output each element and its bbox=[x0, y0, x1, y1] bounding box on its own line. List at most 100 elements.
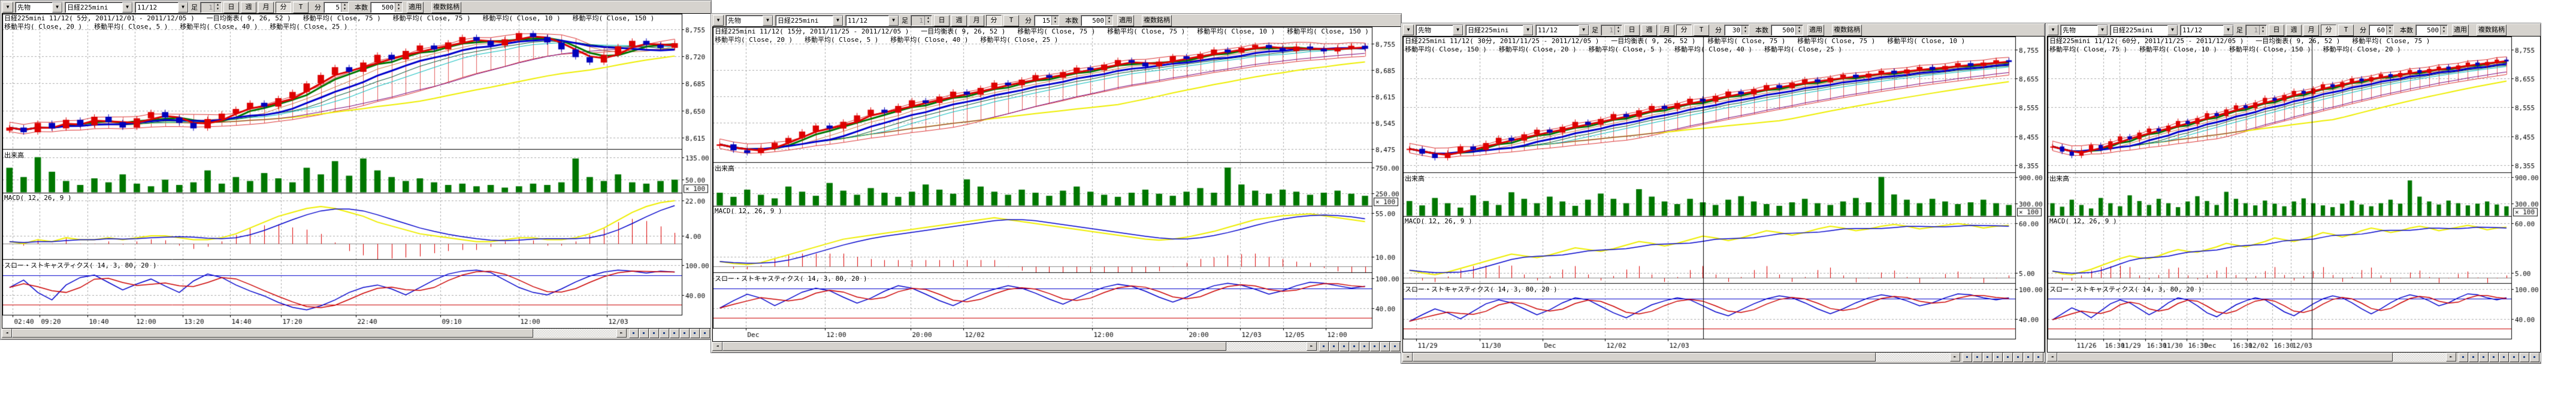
period-button-週[interactable]: 週 bbox=[1641, 25, 1657, 36]
chart-tool-button[interactable] bbox=[690, 329, 700, 338]
chart-tool-button[interactable] bbox=[629, 329, 639, 338]
spinner-arrows-icon[interactable]: ▲▼ bbox=[1741, 26, 1749, 35]
chart-tool-button[interactable] bbox=[2499, 353, 2509, 362]
scroll-left-arrow-icon[interactable]: ◄ bbox=[2047, 353, 2057, 362]
spinner-up-icon[interactable]: ▲ bbox=[1742, 26, 1749, 31]
chart-tool-button[interactable] bbox=[1380, 342, 1390, 351]
chart-tool-button[interactable] bbox=[2489, 353, 2499, 362]
period-button-日[interactable]: 日 bbox=[1624, 25, 1640, 36]
period-button-日[interactable]: 日 bbox=[2269, 25, 2284, 36]
period-button-T[interactable]: T bbox=[293, 2, 309, 13]
chart-tool-button[interactable] bbox=[2510, 353, 2519, 362]
scrollbar-thumb[interactable] bbox=[722, 342, 1226, 351]
apply-button[interactable]: 適用 bbox=[407, 2, 424, 13]
period-button-月[interactable]: 月 bbox=[1659, 25, 1674, 36]
contract-combo[interactable]: 11/12▼ bbox=[2180, 25, 2234, 36]
chart-tool-button[interactable] bbox=[680, 329, 690, 338]
symbol-combo[interactable]: 日経225mini▼ bbox=[65, 2, 133, 13]
window-menu-button[interactable]: ▼ bbox=[2048, 25, 2058, 35]
chevron-down-icon[interactable]: ▼ bbox=[1453, 25, 1463, 35]
chart-tool-button[interactable] bbox=[2530, 353, 2539, 362]
spinner-up-icon[interactable]: ▲ bbox=[2441, 26, 2447, 31]
apply-button[interactable]: 適用 bbox=[2452, 25, 2469, 36]
spinner-arrows-icon[interactable]: ▲▼ bbox=[1105, 16, 1112, 25]
chevron-down-icon[interactable]: ▼ bbox=[52, 2, 62, 13]
chart-canvas[interactable] bbox=[1403, 37, 2044, 352]
scrollbar-thumb[interactable] bbox=[1413, 353, 1876, 362]
spinner-up-icon[interactable]: ▲ bbox=[1052, 16, 1059, 21]
chart-canvas[interactable] bbox=[2, 14, 710, 328]
chart-tool-button[interactable] bbox=[700, 329, 710, 338]
spinner-down-icon[interactable]: ▼ bbox=[395, 7, 402, 12]
bars-count-spinner[interactable]: 500▲▼ bbox=[2415, 25, 2448, 36]
chevron-down-icon[interactable]: ▼ bbox=[2223, 25, 2233, 35]
h-scrollbar[interactable]: ◄► bbox=[1402, 353, 1960, 362]
chart-tool-button[interactable] bbox=[2003, 353, 2013, 362]
chart-tool-button[interactable] bbox=[2479, 353, 2489, 362]
period-button-日[interactable]: 日 bbox=[934, 15, 950, 26]
symbol-combo[interactable]: 日経225mini▼ bbox=[1465, 25, 1534, 36]
window-menu-button[interactable]: ▼ bbox=[713, 15, 724, 26]
spinner-arrows-icon[interactable]: ▲▼ bbox=[341, 3, 348, 12]
chart-tool-button[interactable] bbox=[1360, 342, 1369, 351]
spinner-arrows-icon[interactable]: ▲▼ bbox=[2440, 26, 2447, 35]
scroll-right-arrow-icon[interactable]: ► bbox=[1950, 353, 1960, 362]
chevron-down-icon[interactable]: ▼ bbox=[1523, 25, 1533, 35]
chart-tool-button[interactable] bbox=[660, 329, 669, 338]
chart-tool-button[interactable] bbox=[2469, 353, 2478, 362]
scroll-left-arrow-icon[interactable]: ◄ bbox=[2, 329, 12, 338]
chart-tool-button[interactable] bbox=[1329, 342, 1339, 351]
scrollbar-track[interactable] bbox=[1413, 353, 1950, 362]
period-button-分[interactable]: 分 bbox=[986, 15, 1002, 26]
chart-tool-button[interactable] bbox=[1370, 342, 1380, 351]
spinner-up-icon[interactable]: ▲ bbox=[1796, 26, 1803, 31]
chevron-down-icon[interactable]: ▼ bbox=[763, 16, 773, 26]
chart-tool-button[interactable] bbox=[2034, 353, 2043, 362]
multi-symbol-button[interactable]: 複数銘柄 bbox=[431, 2, 461, 13]
chart-tool-button[interactable] bbox=[2459, 353, 2468, 362]
interval-spinner[interactable]: 60▲▼ bbox=[2369, 25, 2394, 36]
chevron-down-icon[interactable]: ▼ bbox=[833, 16, 843, 26]
spinner-down-icon[interactable]: ▼ bbox=[1796, 30, 1803, 35]
chevron-down-icon[interactable]: ▼ bbox=[178, 2, 188, 13]
chart-tool-button[interactable] bbox=[1993, 353, 2003, 362]
spinner-up-icon[interactable]: ▲ bbox=[395, 3, 402, 8]
spinner-up-icon[interactable]: ▲ bbox=[2387, 26, 2393, 31]
contract-combo[interactable]: 11/12▼ bbox=[845, 15, 899, 26]
instrument-type-combo[interactable]: 先物▼ bbox=[2060, 25, 2108, 36]
scroll-right-arrow-icon[interactable]: ► bbox=[1307, 342, 1317, 351]
spinner-down-icon[interactable]: ▼ bbox=[1106, 20, 1112, 25]
period-button-日[interactable]: 日 bbox=[223, 2, 239, 13]
spinner-arrows-icon[interactable]: ▲▼ bbox=[395, 3, 402, 12]
h-scrollbar[interactable]: ◄► bbox=[2047, 353, 2456, 362]
spinner-down-icon[interactable]: ▼ bbox=[1742, 30, 1749, 35]
period-button-T[interactable]: T bbox=[2338, 25, 2354, 36]
interval-spinner[interactable]: 5▲▼ bbox=[323, 2, 349, 13]
apply-button[interactable]: 適用 bbox=[1807, 25, 1824, 36]
interval-spinner[interactable]: 30▲▼ bbox=[1724, 25, 1749, 36]
instrument-type-combo[interactable]: 先物▼ bbox=[15, 2, 63, 13]
h-scrollbar[interactable]: ◄► bbox=[712, 342, 1317, 351]
spinner-arrows-icon[interactable]: ▲▼ bbox=[2386, 26, 2393, 35]
scrollbar-track[interactable] bbox=[2057, 353, 2446, 362]
chart-canvas[interactable] bbox=[713, 27, 1401, 341]
multi-symbol-button[interactable]: 複数銘柄 bbox=[1142, 15, 1172, 26]
chevron-down-icon[interactable]: ▼ bbox=[1579, 25, 1589, 35]
instrument-type-combo[interactable]: 先物▼ bbox=[1416, 25, 1464, 36]
window-menu-button[interactable]: ▼ bbox=[2, 2, 13, 13]
period-button-月[interactable]: 月 bbox=[969, 15, 984, 26]
chart-tool-button[interactable] bbox=[1983, 353, 1993, 362]
period-button-週[interactable]: 週 bbox=[2286, 25, 2302, 36]
interval-spinner[interactable]: 15▲▼ bbox=[1034, 15, 1059, 26]
period-button-週[interactable]: 週 bbox=[241, 2, 256, 13]
chart-canvas[interactable] bbox=[2048, 37, 2540, 352]
chevron-down-icon[interactable]: ▼ bbox=[122, 2, 132, 13]
spinner-up-icon[interactable]: ▲ bbox=[341, 3, 348, 8]
instrument-type-combo[interactable]: 先物▼ bbox=[725, 15, 773, 26]
h-scrollbar[interactable]: ◄► bbox=[2, 329, 627, 338]
period-button-月[interactable]: 月 bbox=[2303, 25, 2319, 36]
period-button-分[interactable]: 分 bbox=[276, 2, 291, 13]
chart-tool-button[interactable] bbox=[1340, 342, 1349, 351]
period-button-T[interactable]: T bbox=[1694, 25, 1709, 36]
chart-tool-button[interactable] bbox=[2520, 353, 2529, 362]
